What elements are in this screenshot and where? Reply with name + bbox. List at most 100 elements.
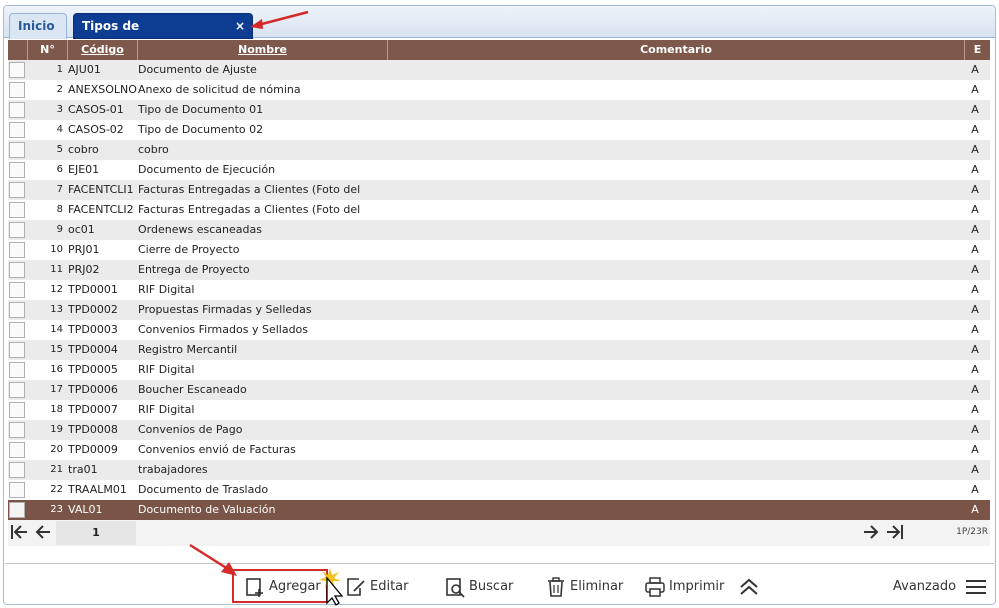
row-number: 12	[50, 284, 63, 295]
row-checkbox[interactable]	[9, 162, 25, 178]
hamburger-menu-icon	[965, 576, 987, 598]
record-count: 1P/23R	[956, 527, 988, 537]
page-number[interactable]: 1	[56, 521, 136, 545]
table-row[interactable]: 2 ANEXSOLNOMAnexo de solicitud de nómina A	[8, 80, 990, 100]
row-checkbox[interactable]	[9, 102, 25, 118]
row-codigo: PRJ01	[68, 243, 100, 256]
row-checkbox[interactable]	[9, 422, 25, 438]
row-checkbox[interactable]	[9, 382, 25, 398]
row-number: 13	[50, 304, 63, 315]
row-checkbox[interactable]	[9, 502, 25, 518]
table-row[interactable]: 10 PRJ01 Cierre de Proyecto A	[8, 240, 990, 260]
row-estado: A	[971, 123, 979, 136]
table-row[interactable]: 8 FACENTCLI2 Facturas Entregadas a Cliente…	[8, 200, 990, 220]
add-document-icon	[244, 576, 266, 598]
row-checkbox[interactable]	[9, 302, 25, 318]
table-row[interactable]: 11 PRJ02 Entrega de Proyecto A	[8, 260, 990, 280]
double-chevron-up-icon	[738, 576, 760, 598]
table-row[interactable]: 13 TPD0002 Propuestas Firmadas y Selledas A	[8, 300, 990, 320]
row-codigo: cobro	[68, 143, 99, 156]
row-nombre: RIF Digital	[138, 403, 195, 416]
row-codigo: TRAALM01	[68, 483, 127, 496]
row-number: 19	[50, 424, 63, 435]
row-number: 2	[56, 84, 63, 95]
row-number: 1	[56, 64, 63, 75]
next-page-icon[interactable]	[862, 523, 880, 546]
row-checkbox[interactable]	[9, 462, 25, 478]
table-row[interactable]: 9 oc01 Ordenews escaneadas A	[8, 220, 990, 240]
tab-inicio[interactable]: Inicio	[9, 13, 67, 39]
table-row[interactable]: 22 TRAALM01 Documento de Traslado A	[8, 480, 990, 500]
row-estado: A	[971, 83, 979, 96]
table-row[interactable]: 21 tra01 trabajadores A	[8, 460, 990, 480]
row-number: 7	[56, 184, 63, 195]
imprimir-button[interactable]: Imprimir	[644, 573, 724, 601]
table-row[interactable]: 3 CASOS-01 Tipo de Documento 01 A	[8, 100, 990, 120]
row-checkbox[interactable]	[9, 342, 25, 358]
row-codigo: TPD0009	[68, 443, 118, 456]
row-checkbox[interactable]	[9, 202, 25, 218]
header-nombre[interactable]: Nombre	[138, 40, 388, 60]
row-checkbox[interactable]	[9, 282, 25, 298]
row-codigo: PRJ02	[68, 263, 100, 276]
row-checkbox[interactable]	[9, 222, 25, 238]
table-row[interactable]: 20 TPD0009 Convenios envió de Facturas A	[8, 440, 990, 460]
table-row[interactable]: 14 TPD0003 Convenios Firmados y Sellados A	[8, 320, 990, 340]
row-checkbox[interactable]	[9, 182, 25, 198]
row-number: 10	[50, 244, 63, 255]
tab-tipos-documentacion[interactable]: Tipos de Documentación ×	[73, 13, 253, 57]
row-checkbox[interactable]	[9, 142, 25, 158]
buscar-button[interactable]: Buscar	[444, 573, 513, 601]
header-num: N°	[28, 40, 68, 60]
row-number: 8	[56, 204, 63, 215]
table-row[interactable]: 18 TPD0007 RIF Digital A	[8, 400, 990, 420]
table-row[interactable]: 6 EJE01 Documento de Ejecución A	[8, 160, 990, 180]
row-codigo: VAL01	[68, 503, 103, 516]
agregar-button[interactable]: Agregar	[244, 573, 321, 601]
row-number: 20	[50, 444, 63, 455]
row-nombre: trabajadores	[138, 463, 208, 476]
row-checkbox[interactable]	[9, 402, 25, 418]
annotation-arrow-icon	[250, 10, 309, 29]
row-checkbox[interactable]	[9, 242, 25, 258]
table-row[interactable]: 17 TPD0006 Boucher Escaneado A	[8, 380, 990, 400]
row-checkbox[interactable]	[9, 62, 25, 78]
row-checkbox[interactable]	[9, 82, 25, 98]
row-nombre: Propuestas Firmadas y Selledas	[138, 303, 312, 316]
row-nombre: Anexo de solicitud de nómina	[138, 83, 301, 96]
row-estado: A	[971, 223, 979, 236]
table-row[interactable]: 4 CASOS-02 Tipo de Documento 02 A	[8, 120, 990, 140]
prev-page-icon[interactable]	[34, 523, 52, 546]
row-estado: A	[971, 103, 979, 116]
row-codigo: CASOS-01	[68, 103, 124, 116]
row-number: 4	[56, 124, 63, 135]
table-row[interactable]: 16 TPD0005 RIF Digital A	[8, 360, 990, 380]
table-row[interactable]: 12 TPD0001 RIF Digital A	[8, 280, 990, 300]
table-row[interactable]: 7 FACENTCLI1 Facturas Entregadas a Cliente…	[8, 180, 990, 200]
table-row[interactable]: 5 cobro cobro A	[8, 140, 990, 160]
row-estado: A	[971, 263, 979, 276]
collapse-button[interactable]	[738, 573, 763, 601]
row-checkbox[interactable]	[9, 482, 25, 498]
row-checkbox[interactable]	[9, 442, 25, 458]
table-row[interactable]: 1 AJU01 Documento de Ajuste A	[8, 60, 990, 80]
avanzado-button[interactable]: Avanzado	[893, 573, 990, 601]
row-codigo: CASOS-02	[68, 123, 124, 136]
row-checkbox[interactable]	[9, 362, 25, 378]
row-checkbox[interactable]	[9, 262, 25, 278]
first-page-icon[interactable]	[10, 523, 28, 546]
row-nombre: Registro Mercantil	[138, 343, 238, 356]
table-row[interactable]: 15 TPD0004 Registro Mercantil A	[8, 340, 990, 360]
header-codigo[interactable]: Código	[68, 40, 138, 60]
row-nombre: Convenios Firmados y Sellados	[138, 323, 309, 336]
table-row[interactable]: 23 VAL01 Documento de Valuación A	[8, 500, 990, 520]
row-checkbox[interactable]	[9, 322, 25, 338]
editar-button[interactable]: Editar	[345, 573, 409, 601]
row-checkbox[interactable]	[9, 122, 25, 138]
last-page-icon[interactable]	[886, 523, 904, 546]
eliminar-button[interactable]: Eliminar	[545, 573, 623, 601]
row-codigo: FACENTCLI2	[68, 203, 134, 216]
close-icon[interactable]: ×	[235, 14, 245, 38]
table-row[interactable]: 19 TPD0008 Convenios de Pago A	[8, 420, 990, 440]
row-nombre: RIF Digital	[138, 363, 195, 376]
